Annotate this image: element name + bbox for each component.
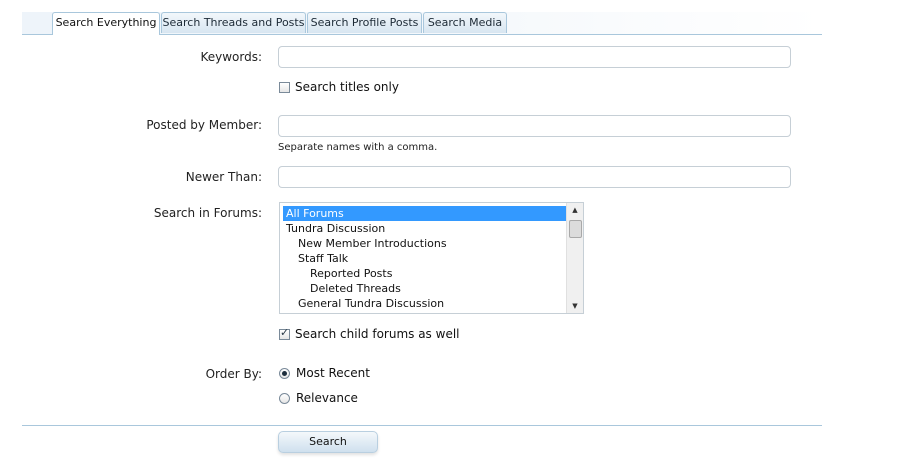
search-button[interactable]: Search [278,431,378,453]
child-forums-label: Search child forums as well [295,327,460,341]
order-relevance-radio[interactable] [279,392,290,404]
keywords-label: Keywords: [200,50,262,64]
tab-search-threads-posts[interactable]: Search Threads and Posts [161,12,306,33]
newer-than-input[interactable] [278,166,791,188]
posted-by-input[interactable] [278,115,791,137]
child-forums-checkbox[interactable] [279,326,290,340]
keywords-input[interactable] [278,46,791,68]
forum-option[interactable]: Deleted Threads [283,281,566,296]
order-most-recent-radio[interactable] [279,367,290,379]
newer-than-label: Newer Than: [185,170,262,184]
titles-only-label: Search titles only [295,80,399,94]
tab-search-profile-posts[interactable]: Search Profile Posts [307,12,422,33]
scroll-up-arrow-icon[interactable]: ▲ [567,203,583,217]
order-by-label: Order By: [205,367,262,381]
order-relevance-label: Relevance [296,391,358,405]
order-relevance-option[interactable]: Relevance [279,391,358,405]
child-forums-option[interactable]: Search child forums as well [279,326,460,341]
scroll-down-arrow-icon[interactable]: ▼ [567,299,583,313]
forums-label: Search in Forums: [153,206,262,220]
posted-by-hint: Separate names with a comma. [278,142,438,153]
forum-option[interactable]: Tundra Discussion [283,221,566,236]
posted-by-label: Posted by Member: [146,118,262,132]
forum-option[interactable]: All Forums [283,206,566,221]
titles-only-checkbox[interactable] [279,81,290,93]
tab-search-everything[interactable]: Search Everything [52,12,160,35]
titles-only-option[interactable]: Search titles only [279,80,399,94]
forum-option[interactable]: Staff Talk [283,251,566,266]
order-most-recent-label: Most Recent [296,366,370,380]
forums-scrollbar[interactable]: ▲ ▼ [566,203,583,313]
tab-search-media[interactable]: Search Media [423,12,507,33]
search-tabs: Search Everything Search Threads and Pos… [22,12,822,35]
forums-listbox[interactable]: All Forums Tundra Discussion New Member … [279,202,584,314]
forum-option[interactable]: General Tundra Discussion [283,296,566,311]
order-most-recent-option[interactable]: Most Recent [279,366,370,380]
scroll-thumb[interactable] [569,220,582,238]
form-divider [22,425,822,426]
forum-option[interactable]: Reported Posts [283,266,566,281]
forum-option[interactable]: New Member Introductions [283,236,566,251]
